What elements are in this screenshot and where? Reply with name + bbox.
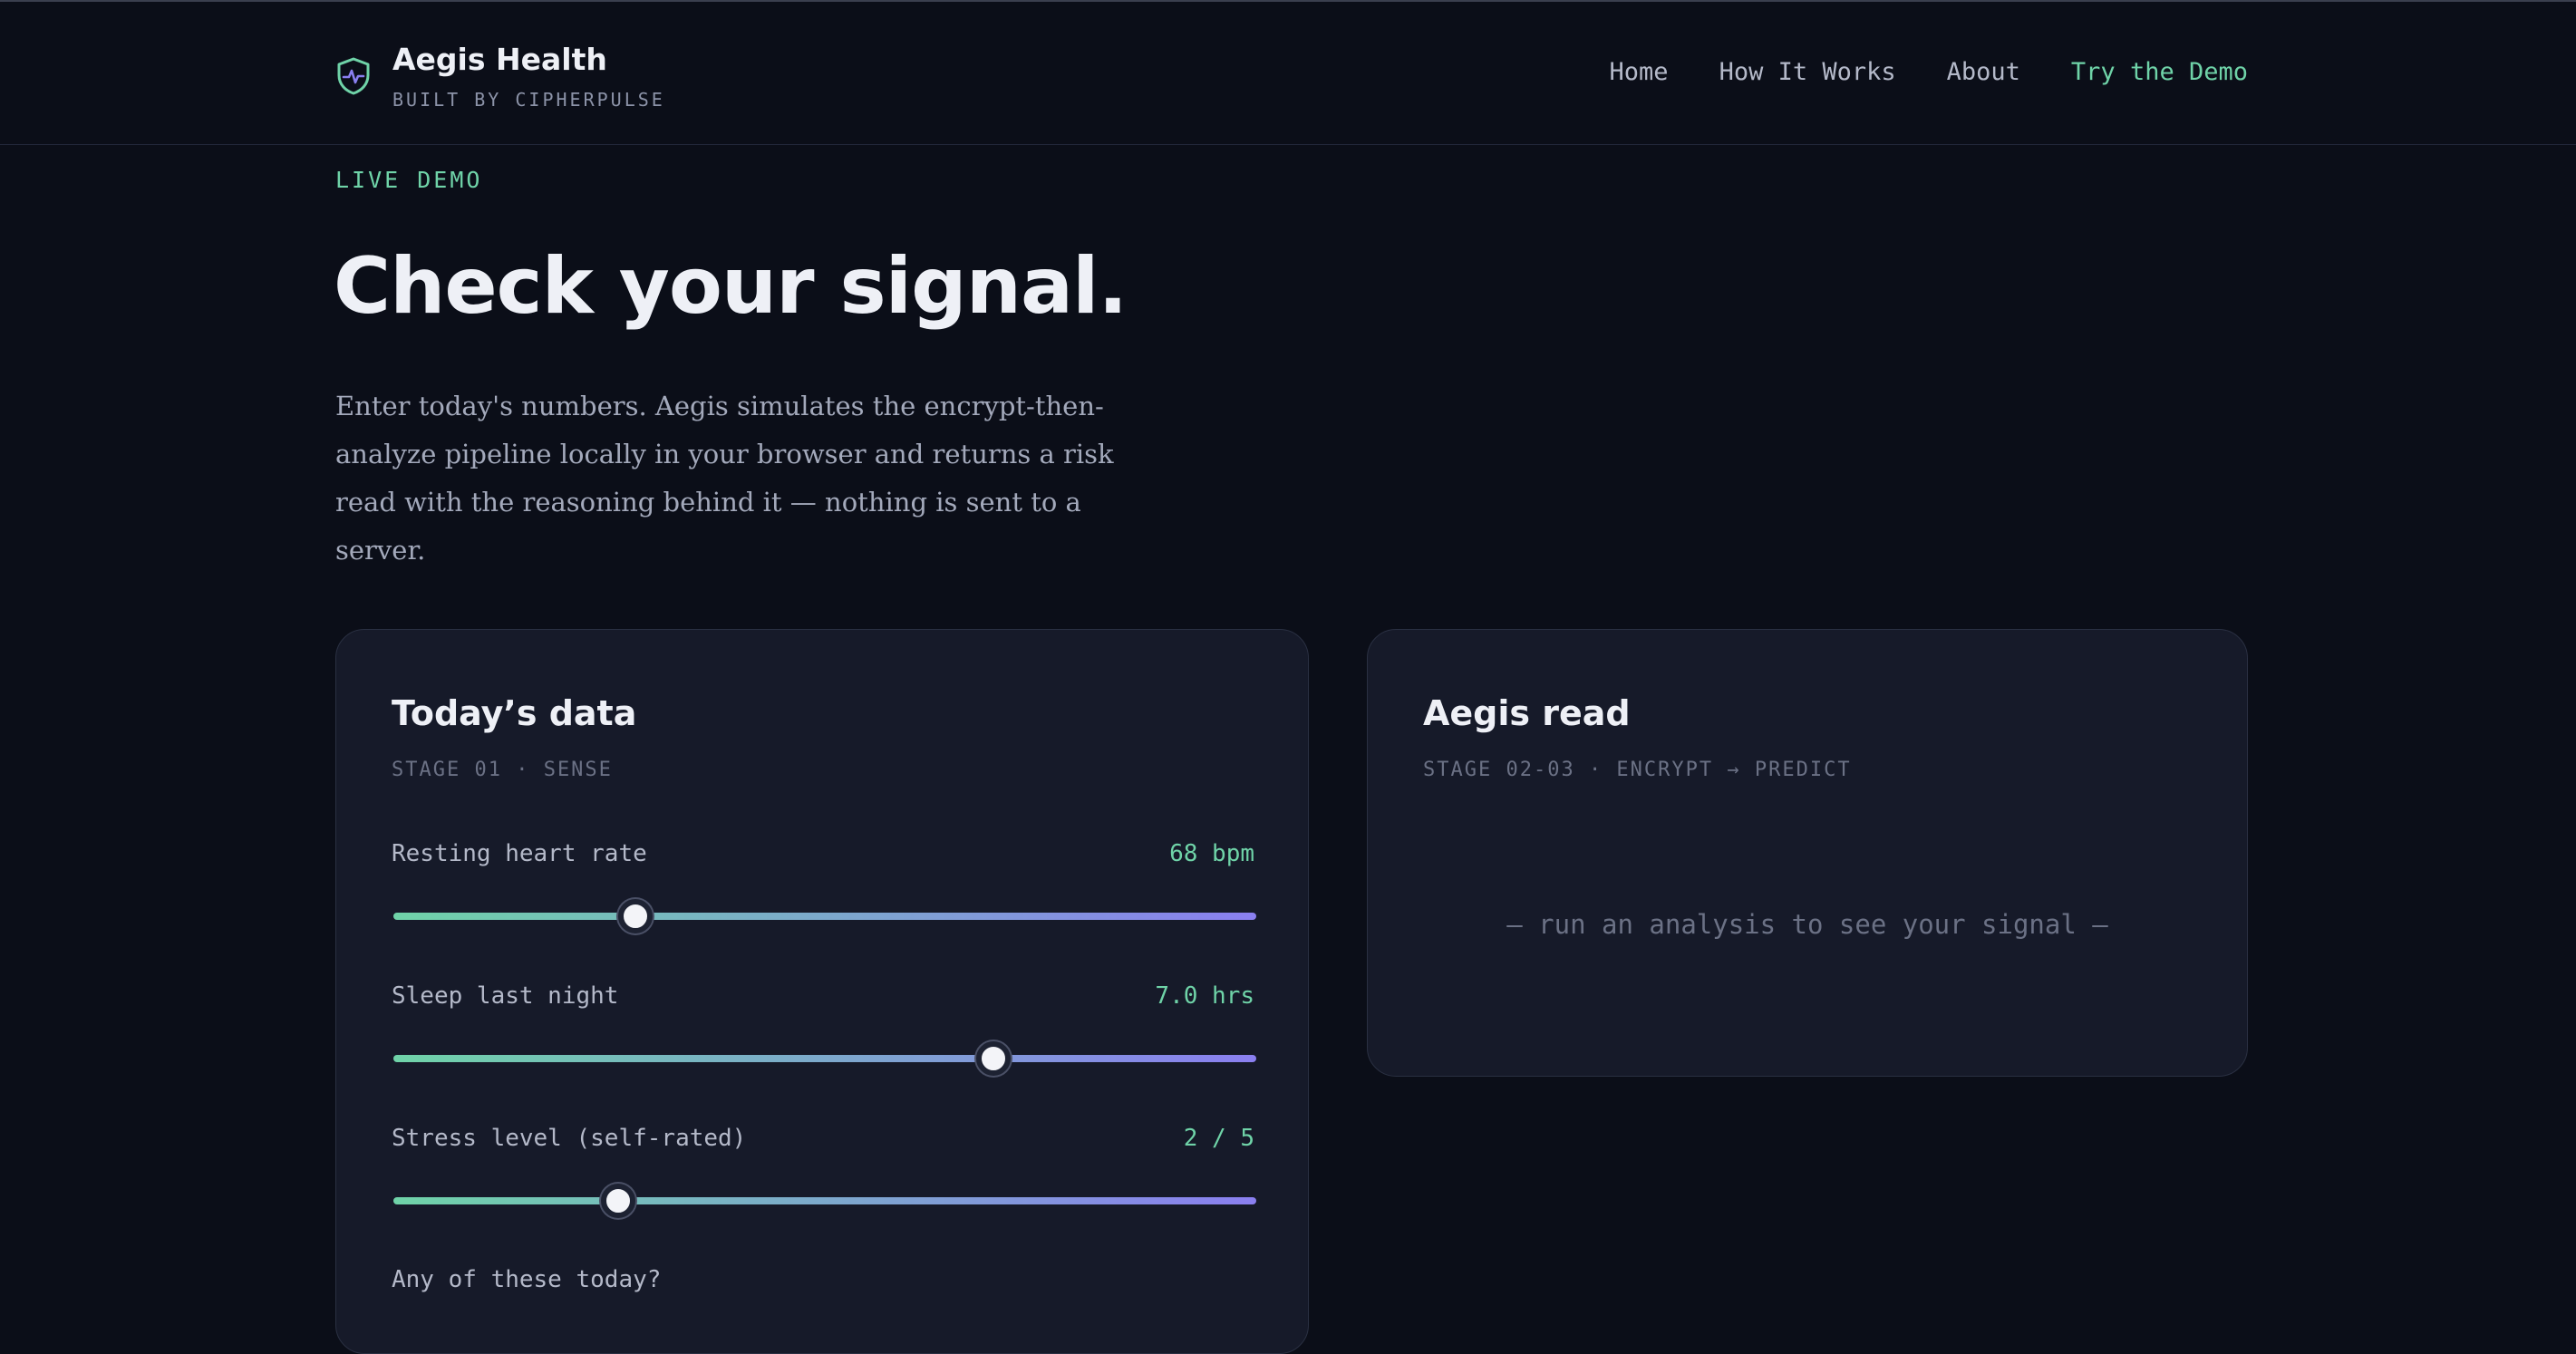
symptoms-label: Any of these today? xyxy=(392,1266,662,1293)
aegis-read-card: Aegis read STAGE 02-03 · ENCRYPT → PREDI… xyxy=(1367,629,2248,1077)
nav-link-about[interactable]: About xyxy=(1947,58,2020,86)
card-stage-label: STAGE 01 · SENSE xyxy=(392,759,613,781)
heart-rate-label: Resting heart rate xyxy=(392,840,647,867)
card-title: Today’s data xyxy=(392,693,637,733)
nav-link-try-demo[interactable]: Try the Demo xyxy=(2071,58,2248,86)
empty-state-message: — run an analysis to see your signal — xyxy=(1506,909,2108,940)
card-stage-label: STAGE 02-03 · ENCRYPT → PREDICT xyxy=(1423,759,1852,781)
section-eyebrow: LIVE DEMO xyxy=(335,167,483,193)
todays-data-card: Today’s data STAGE 01 · SENSE Resting he… xyxy=(335,629,1309,1354)
heart-rate-slider[interactable] xyxy=(393,898,1256,934)
page-description: Enter today's numbers. Aegis simulates t… xyxy=(335,391,1114,566)
card-title: Aegis read xyxy=(1423,693,1631,733)
slider-track xyxy=(393,1055,1256,1062)
top-nav: Aegis Health BUILT BY CIPHERPULSE Home H… xyxy=(0,2,2576,145)
nav-link-home[interactable]: Home xyxy=(1610,58,1669,86)
shield-pulse-icon xyxy=(337,57,370,95)
stress-slider[interactable] xyxy=(393,1183,1256,1219)
stress-value: 2 / 5 xyxy=(1183,1125,1254,1152)
sleep-label: Sleep last night xyxy=(392,982,619,1010)
heart-rate-value: 68 bpm xyxy=(1169,840,1254,867)
slider-track xyxy=(393,1197,1256,1204)
brand-subtitle: BUILT BY CIPHERPULSE xyxy=(392,89,665,111)
sleep-slider[interactable] xyxy=(393,1040,1256,1077)
page-title: Check your signal. xyxy=(334,241,1128,332)
nav-links: Home How It Works About Try the Demo xyxy=(1610,58,2248,86)
nav-link-how-it-works[interactable]: How It Works xyxy=(1719,58,1896,86)
slider-track xyxy=(393,913,1256,920)
sleep-value: 7.0 hrs xyxy=(1155,982,1254,1010)
slider-thumb[interactable] xyxy=(600,1184,635,1218)
slider-thumb[interactable] xyxy=(617,899,653,933)
slider-thumb[interactable] xyxy=(975,1041,1011,1076)
brand-name: Aegis Health xyxy=(392,42,607,77)
stress-label: Stress level (self-rated) xyxy=(392,1125,747,1152)
